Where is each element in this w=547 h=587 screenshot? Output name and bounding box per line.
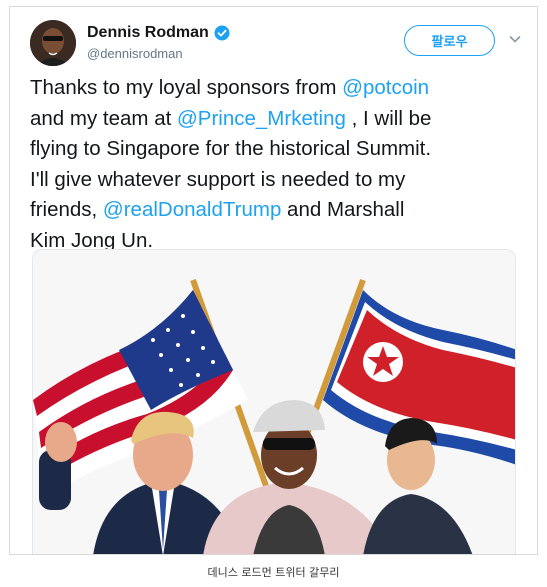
image-caption: 데니스 로드먼 트위터 갈무리: [207, 566, 340, 579]
mention-link[interactable]: @realDonaldTrump: [103, 198, 281, 221]
mention-link[interactable]: @Prince_Mrketing: [177, 107, 346, 130]
tweet-text: Thanks to my loyal sponsors from @potcoi…: [30, 73, 525, 256]
tweet-text-segment: Thanks to my loyal sponsors from: [30, 76, 343, 99]
verified-badge-icon: [214, 25, 230, 41]
tweet-text-segment: and my team at: [30, 106, 177, 130]
tweet-card: Dennis Rodman @dennisrodman 팔로우 Thanks t…: [9, 6, 538, 555]
tweet-text-segment: flying to Singapore for the historical S…: [30, 137, 432, 160]
follow-button[interactable]: 팔로우: [404, 25, 495, 56]
author-handle[interactable]: @dennisrodman: [87, 46, 183, 61]
author-name[interactable]: Dennis Rodman: [87, 24, 209, 42]
tweet-text-segment: , I will be: [345, 106, 432, 130]
tweet-text-segment: and Marshall: [281, 198, 405, 221]
tweet-text-segment: friends,: [30, 198, 103, 221]
name-row: Dennis Rodman: [87, 24, 230, 42]
tweet-text-segment: I'll give whatever support is needed to …: [30, 167, 406, 191]
mention-link[interactable]: @potcoin: [342, 76, 429, 99]
flags-photo: [33, 250, 515, 554]
avatar-image: [30, 20, 76, 66]
chevron-down-icon[interactable]: [508, 32, 522, 46]
avatar[interactable]: [30, 20, 76, 66]
tweet-media-image[interactable]: [32, 249, 516, 554]
tweet-header: Dennis Rodman @dennisrodman 팔로우: [30, 18, 537, 68]
